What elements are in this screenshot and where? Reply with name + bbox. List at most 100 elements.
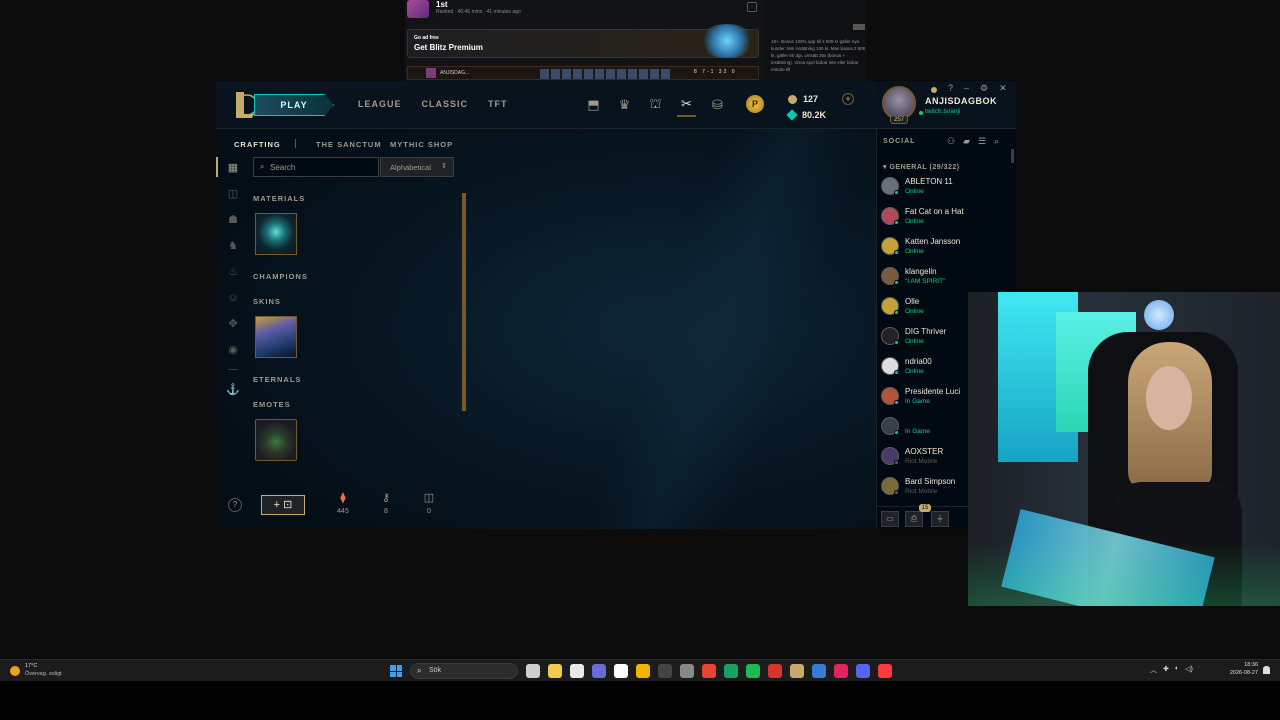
close-icon[interactable]: ✕ <box>999 83 1007 94</box>
currency-icon[interactable]: ⛁ <box>708 93 727 117</box>
key-value: 8 <box>384 508 388 515</box>
blitz-icon[interactable] <box>812 664 826 678</box>
loot-tile-material[interactable] <box>255 213 297 255</box>
lamp <box>1144 300 1174 330</box>
mic-icon[interactable]: ⏚ <box>931 511 949 527</box>
presence-dot-icon <box>894 460 899 465</box>
chrome-icon[interactable] <box>702 664 716 678</box>
sort-arrows-icon: ⇕ <box>441 163 447 170</box>
league-icon[interactable] <box>790 664 804 678</box>
friend-row[interactable]: klangelin "I AM SPIRIT" <box>881 263 1011 291</box>
search-input[interactable] <box>270 160 376 174</box>
weather-desc: Övervag. soligt <box>25 671 62 677</box>
tray-app-icon[interactable]: ✚ <box>1163 665 1169 675</box>
skin-filter-icon[interactable]: ♞ <box>226 239 240 253</box>
status-message[interactable]: twitch.tv/anji <box>925 108 960 115</box>
friend-row[interactable]: Katten Jansson Online <box>881 233 1011 261</box>
spotify-icon[interactable] <box>746 664 760 678</box>
friend-name: Katten Jansson <box>905 237 961 246</box>
profile-filter-icon[interactable]: ◉ <box>226 343 240 357</box>
help-button[interactable]: ? <box>228 498 242 512</box>
loot-search[interactable]: ⌕ <box>253 157 379 177</box>
friend-name: DIG Thriver <box>905 327 947 336</box>
league-client-window: PLAY LEAGUE CLASSIC TFT ⬒ ♛ ⛫ ✂ ⛁ P 127 … <box>216 81 1016 529</box>
riot-icon[interactable] <box>834 664 848 678</box>
app-icon[interactable] <box>878 664 892 678</box>
ranked-icon[interactable]: ♛ <box>615 93 634 117</box>
ward-filter-icon[interactable]: ♨ <box>226 265 240 279</box>
obs-icon[interactable] <box>658 664 672 678</box>
profile-area[interactable]: 257 ? – ⚙ ✕ ANJISDAGBOK twitch.tv/anji <box>876 81 1016 129</box>
blitz-match-row[interactable]: 1st Ranked · 40:46 mins · 41 minutes ago <box>407 0 763 18</box>
promo-art <box>698 24 756 58</box>
sort-select[interactable]: Alphabetical ⇕ <box>380 157 454 177</box>
help-icon[interactable]: ? <box>948 83 953 94</box>
taskbar-search[interactable]: ⌕ Sök <box>410 663 518 679</box>
store-icon[interactable]: ⛫ <box>646 93 665 117</box>
tab-mythic-shop[interactable]: MYTHIC SHOP <box>390 140 453 149</box>
taskview-icon[interactable] <box>526 664 540 678</box>
chest-filter-icon[interactable]: ◫ <box>226 187 240 201</box>
loot-tile-emote[interactable] <box>255 419 297 461</box>
buy-currency-button[interactable]: + <box>842 93 854 105</box>
friend-name: AOXSTER <box>905 447 944 456</box>
loot-scrollbar[interactable] <box>462 193 466 411</box>
folder-icon[interactable]: ▰ <box>963 136 970 147</box>
loot-tile-skin[interactable] <box>255 316 297 358</box>
loot-subnav: CRAFTING THE SANCTUM MYTHIC SHOP <box>216 129 876 157</box>
friend-row[interactable]: ABLETON 11 Online <box>881 173 1011 201</box>
list-icon[interactable]: ☰ <box>978 136 986 147</box>
wallet[interactable]: 127 80.2K + <box>786 91 854 123</box>
all-loot-icon[interactable]: ▦ <box>226 161 240 175</box>
nav-league[interactable]: LEAGUE <box>358 99 402 109</box>
inbox-icon[interactable]: ⎙ <box>905 511 923 527</box>
clock[interactable]: 18:36 2026-08-27 <box>1224 662 1258 676</box>
volume-icon[interactable]: ◁) <box>1185 665 1193 675</box>
minimize-icon[interactable]: – <box>964 83 969 94</box>
loot-icon[interactable]: ✂ <box>677 93 696 117</box>
mode-nav: LEAGUE CLASSIC TFT <box>358 99 508 109</box>
icon-filter-icon[interactable]: ✥ <box>226 317 240 331</box>
presence-dot-icon <box>894 280 899 285</box>
champion-filter-icon[interactable]: ☗ <box>226 213 240 227</box>
chest-value: 0 <box>427 508 431 515</box>
tab-crafting[interactable]: CRAFTING <box>234 140 281 149</box>
notepad-icon[interactable] <box>570 664 584 678</box>
document-icon[interactable] <box>614 664 628 678</box>
webcam-overlay <box>968 292 1280 606</box>
emote-filter-icon[interactable]: ☺ <box>226 291 240 305</box>
notification-icon[interactable] <box>1263 666 1270 674</box>
nav-tft[interactable]: TFT <box>488 99 508 109</box>
search-icon[interactable]: ⌕ <box>994 136 999 147</box>
chat-icon[interactable]: ▭ <box>881 511 899 527</box>
start-icon[interactable] <box>390 665 402 677</box>
file-explorer-icon[interactable] <box>548 664 562 678</box>
edge-icon[interactable] <box>724 664 738 678</box>
notification-dot-icon <box>931 87 937 93</box>
settings-icon[interactable] <box>680 664 694 678</box>
tab-sanctum[interactable]: THE SANCTUM <box>316 140 382 149</box>
add-friend-icon[interactable]: ⚇ <box>947 136 955 147</box>
blitz-last-game-row[interactable]: ANJISDAG... 8 7-1 32 0 <box>407 66 759 80</box>
collection-icon[interactable]: ⬒ <box>584 93 603 117</box>
blitz-premium-banner[interactable]: Go ad free Get Blitz Premium <box>407 24 759 58</box>
share-icon[interactable] <box>747 2 757 12</box>
friend-row[interactable]: Fat Cat on a Hat Online <box>881 203 1011 231</box>
play-button[interactable]: PLAY <box>254 94 334 116</box>
discord-icon[interactable] <box>856 664 870 678</box>
add-chest-button[interactable]: + ⊡ <box>261 495 305 515</box>
social-scrollbar[interactable] <box>1011 149 1014 163</box>
network-icon[interactable]: ◐ <box>1175 665 1179 675</box>
app-icon[interactable] <box>768 664 782 678</box>
friend-name: Presidente Luci <box>905 387 961 396</box>
app-icon[interactable] <box>636 664 650 678</box>
nav-classic[interactable]: CLASSIC <box>422 99 469 109</box>
tray-chevron-icon[interactable]: ︿ <box>1150 665 1157 675</box>
friend-group-header[interactable]: ▾ GENERAL (29/322) <box>883 163 960 171</box>
friend-name: Bard Simpson <box>905 477 956 486</box>
app-icon[interactable] <box>592 664 606 678</box>
rp-coin-icon[interactable]: P <box>746 95 764 113</box>
eternals-filter-icon[interactable]: ⚓ <box>226 383 240 397</box>
be-icon <box>788 94 797 104</box>
settings-icon[interactable]: ⚙ <box>980 83 988 94</box>
